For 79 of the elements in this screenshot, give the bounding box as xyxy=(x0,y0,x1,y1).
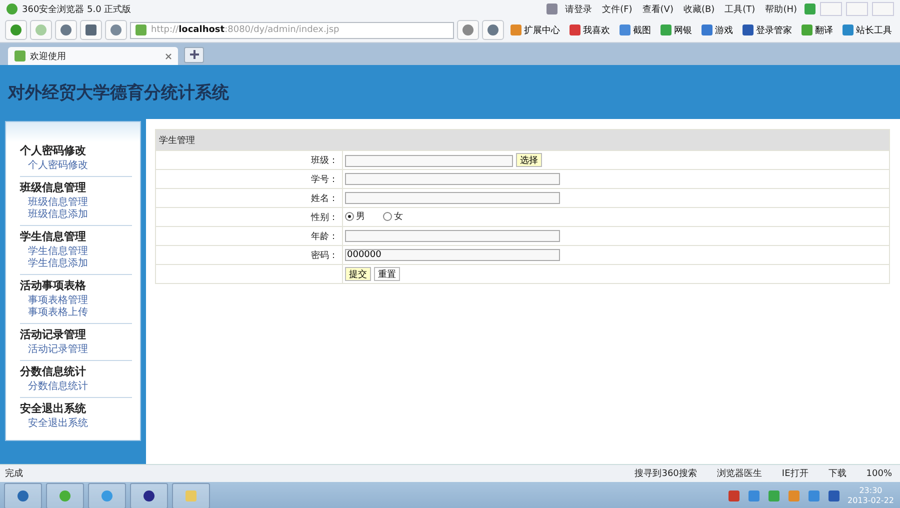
form-title: 学生管理 xyxy=(156,130,890,150)
back-button[interactable] xyxy=(5,20,27,40)
sidebar-heading: 活动记录管理 xyxy=(20,327,87,342)
toolbar-button[interactable]: 扩展中心 xyxy=(507,24,563,36)
field-label: 密码： xyxy=(156,246,342,264)
menu-item[interactable]: 查看(V) xyxy=(639,2,676,16)
menu-item[interactable]: 帮助(H) xyxy=(762,2,800,16)
toolbar-button[interactable]: 游戏 xyxy=(698,24,736,36)
sidebar-link[interactable]: 活动记录管理 xyxy=(20,344,132,356)
sidebar-link[interactable]: 学生信息添加 xyxy=(20,258,132,270)
status-item[interactable]: 搜寻到360搜索 xyxy=(632,467,700,480)
menu-item[interactable]: 收藏(B) xyxy=(680,2,718,16)
text-field[interactable] xyxy=(345,173,560,185)
field-label: 班级： xyxy=(156,150,342,170)
site-title: 对外经贸大学德育分统计系统 xyxy=(8,82,229,104)
window-title: 360安全浏览器 5.0 正式版 xyxy=(22,4,132,16)
toolbar-button[interactable]: 站长工具 xyxy=(839,24,895,36)
sidebar-heading: 活动事项表格 xyxy=(20,278,87,293)
menu-item[interactable]: 文件(F) xyxy=(599,2,636,16)
menu-item[interactable]: 工具(T) xyxy=(722,2,758,16)
sidebar-link[interactable]: 安全退出系统 xyxy=(20,418,132,430)
new-tab-button[interactable] xyxy=(184,47,204,63)
radio-button[interactable] xyxy=(383,212,392,221)
toolbar-button[interactable]: 登录管家 xyxy=(739,24,795,36)
sidebar-link[interactable]: 事项表格上传 xyxy=(20,307,132,319)
toolbar-button[interactable]: 截图 xyxy=(616,24,654,36)
status-item[interactable]: 100% xyxy=(863,468,895,478)
tray-icon xyxy=(748,490,760,502)
toolbar-button[interactable]: 网银 xyxy=(657,24,695,36)
close-icon[interactable] xyxy=(165,52,172,60)
field-label: 年龄： xyxy=(156,226,342,246)
tray-icon xyxy=(768,490,780,502)
text-field[interactable] xyxy=(345,154,513,167)
shield-button[interactable] xyxy=(482,20,504,40)
sidebar-heading: 班级信息管理 xyxy=(20,180,87,195)
sidebar-heading: 安全退出系统 xyxy=(20,401,87,416)
status-item[interactable]: IE打开 xyxy=(778,467,812,480)
sidebar-link[interactable]: 分数信息统计 xyxy=(20,381,132,393)
address-field[interactable]: http://localhost:8080/dy/admin/index.jsp xyxy=(130,22,454,38)
field-label: 姓名： xyxy=(156,188,342,208)
go-button[interactable] xyxy=(457,20,479,40)
status-text: 完成 xyxy=(5,468,23,480)
sidebar-heading: 个人密码修改 xyxy=(20,143,87,158)
sidebar-link[interactable]: 事项表格管理 xyxy=(20,295,132,307)
status-item[interactable]: 浏览器医生 xyxy=(714,467,765,480)
toolbar-button[interactable]: 翻译 xyxy=(798,24,836,36)
favorite-button[interactable] xyxy=(105,20,127,40)
tray-icon xyxy=(788,490,800,502)
status-item[interactable]: 下载 xyxy=(825,467,850,480)
sidebar-heading: 学生信息管理 xyxy=(20,229,87,244)
reset-button[interactable]: 重置 xyxy=(374,267,400,281)
login-link[interactable]: 请登录 xyxy=(562,2,596,16)
tray-icon xyxy=(828,490,840,502)
field-label: 学号： xyxy=(156,170,342,188)
submit-button[interactable]: 提交 xyxy=(345,267,371,281)
browser-tab[interactable]: 欢迎使用 xyxy=(8,47,178,65)
plus-icon xyxy=(190,50,198,59)
radio-label: 女 xyxy=(394,210,403,223)
text-field[interactable] xyxy=(345,192,560,204)
sidebar-link[interactable]: 班级信息添加 xyxy=(20,209,132,221)
text-field[interactable] xyxy=(345,230,560,242)
tray-icon xyxy=(728,490,740,502)
taskbar-app[interactable] xyxy=(130,483,168,508)
field-label: 性别： xyxy=(156,208,342,226)
sidebar-link[interactable]: 学生信息管理 xyxy=(20,246,132,258)
sidebar-link[interactable]: 班级信息管理 xyxy=(20,197,132,209)
refresh-button[interactable] xyxy=(55,20,77,40)
clock-date: 2013-02-22 xyxy=(848,496,894,506)
start-button[interactable] xyxy=(4,483,42,508)
home-button[interactable] xyxy=(80,20,102,40)
toolbar-button[interactable]: 我喜欢 xyxy=(566,24,613,36)
tray-icon xyxy=(808,490,820,502)
sidebar-heading: 分数信息统计 xyxy=(20,364,87,379)
radio-label: 男 xyxy=(356,210,365,223)
sidebar-link[interactable]: 个人密码修改 xyxy=(20,160,132,172)
radio-button[interactable] xyxy=(345,212,354,221)
select-button[interactable]: 选择 xyxy=(516,153,542,167)
clock-time: 23:30 xyxy=(859,486,882,496)
text-field[interactable]: 000000 xyxy=(345,249,560,261)
